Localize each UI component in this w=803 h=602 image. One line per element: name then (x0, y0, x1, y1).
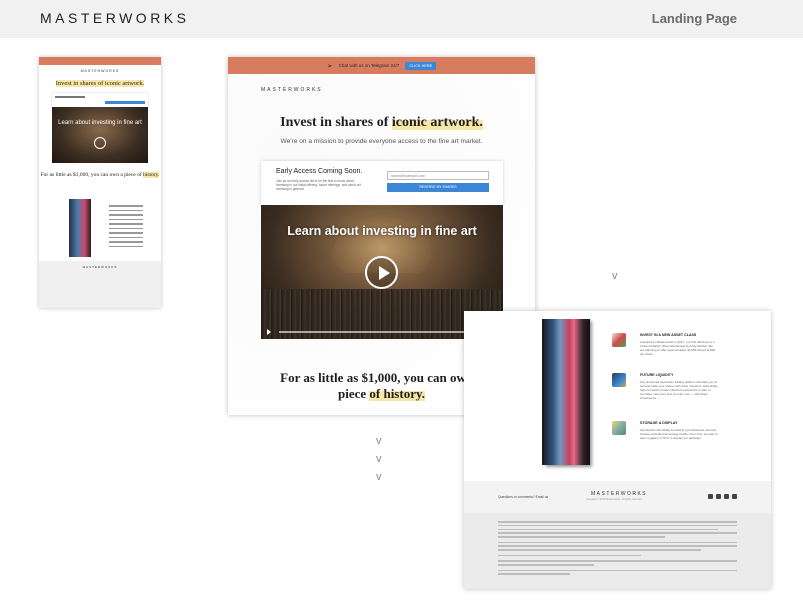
chevron-down-icon: v (376, 453, 382, 465)
linkedin-icon[interactable] (732, 494, 737, 499)
footer-copyright: Copyright © 2018 Masterworks. All rights… (586, 498, 643, 501)
early-access-card: Early Access Coming Soon. Join as an ear… (261, 161, 503, 205)
facebook-icon[interactable] (716, 494, 721, 499)
thumb-headline-2-text: For as little as $1,000, you can own a p… (40, 172, 144, 178)
hero-headline: Invest in shares of iconic artwork. (228, 115, 535, 131)
site-footer: Questions or comments? Email us MASTERWO… (464, 481, 771, 513)
thumb-headline-2: For as little as $1,000, you can own a p… (39, 172, 161, 179)
top-header-bar: MASTERWORKS Landing Page (0, 0, 803, 38)
page-title: Landing Page (651, 11, 737, 26)
pricing-headline-highlight: of history. (369, 386, 426, 401)
video-progress-track[interactable] (279, 331, 479, 333)
full-page-thumbnail[interactable]: MASTERWORKS Invest in shares of iconic a… (39, 57, 161, 308)
artwork-book-warhol (544, 319, 590, 465)
hero-headline-highlight: iconic artwork. (391, 115, 483, 130)
hero-subheadline: We're on a mission to provide everyone a… (280, 138, 483, 145)
feature-title: FUTURE LIQUIDITY (640, 373, 674, 377)
features-section-preview[interactable]: INVEST IN A NEW ASSET CLASS Acquired by … (464, 311, 771, 589)
social-links (708, 494, 737, 499)
brand-logo[interactable]: MASTERWORKS (40, 10, 189, 26)
email-input[interactable]: name@example.com (387, 171, 489, 180)
telegram-banner: ➢ Chat with us on Telegram 24/7 CLICK HE… (228, 57, 535, 74)
feature-title: INVEST IN A NEW ASSET CLASS (640, 333, 697, 337)
play-icon[interactable] (365, 256, 398, 289)
thumb-signup-card (52, 93, 148, 107)
feature-description: All artworks will initially be held in a… (640, 428, 718, 440)
telegram-bar-thumb (39, 57, 161, 65)
telegram-plane-icon: ➢ (326, 62, 333, 70)
footer-logo[interactable]: MASTERWORKS (591, 491, 647, 497)
feature-description: Our pioneered secondary trading platform… (640, 380, 718, 400)
thumb-play-icon (94, 137, 106, 149)
telegram-icon[interactable] (708, 494, 713, 499)
early-access-text: Join as an early access list to be the f… (276, 179, 361, 192)
telegram-click-button[interactable]: CLICK HERE (405, 61, 437, 70)
thumb-card-button (105, 101, 145, 104)
hero-headline-text: Invest in shares of (280, 115, 392, 130)
early-access-title: Early Access Coming Soon. (276, 168, 363, 175)
thumb-headline-highlight: iconic artwork. (104, 80, 145, 87)
thumb-headline-text: Invest in shares of (55, 80, 105, 87)
thumb-video-title: Learn about investing in fine art (58, 120, 142, 126)
pricing-headline-line2: piece (337, 386, 370, 401)
thumb-headline: Invest in shares of iconic artwork. (39, 80, 161, 87)
thumb-feature-lines (109, 205, 143, 250)
thumb-card-line (55, 96, 85, 98)
asset-chart-icon (612, 333, 626, 347)
chevron-down-icon: v (612, 270, 618, 282)
thumb-footer-logo: MASTERWORKS (82, 265, 118, 269)
feature-title: STORAGE & DISPLAY (640, 421, 678, 425)
footer-contact-link[interactable]: Questions or comments? Email us (498, 495, 548, 499)
hero-logo[interactable]: MASTERWORKS (261, 87, 323, 93)
liquidity-screen-icon (612, 373, 626, 387)
thumb-logo: MASTERWORKS (80, 69, 120, 73)
telegram-text: Chat with us on Telegram 24/7 (338, 63, 400, 68)
play-small-icon[interactable] (267, 329, 271, 335)
thumb-video: Learn about investing in fine art (52, 107, 148, 163)
thumb-footer: MASTERWORKS (39, 261, 161, 308)
thumb-headline-2-highlight: history. (143, 172, 160, 178)
thumb-artwork-book (69, 199, 91, 257)
pricing-headline-line1: For as little as $1,000, you can own a (280, 370, 483, 385)
reserve-shares-button[interactable]: RESERVE MY SHARES (387, 183, 489, 192)
feature-description: Acquired by Masterworks in 2017, our fir… (640, 340, 716, 356)
video-title: Learn about investing in fine art (287, 224, 477, 238)
storage-frame-icon (612, 421, 626, 435)
chevron-down-icon: v (376, 435, 382, 447)
legal-disclaimer (464, 513, 771, 589)
instagram-icon[interactable] (724, 494, 729, 499)
chevron-down-icon: v (376, 471, 382, 483)
video-controls[interactable] (267, 329, 497, 335)
